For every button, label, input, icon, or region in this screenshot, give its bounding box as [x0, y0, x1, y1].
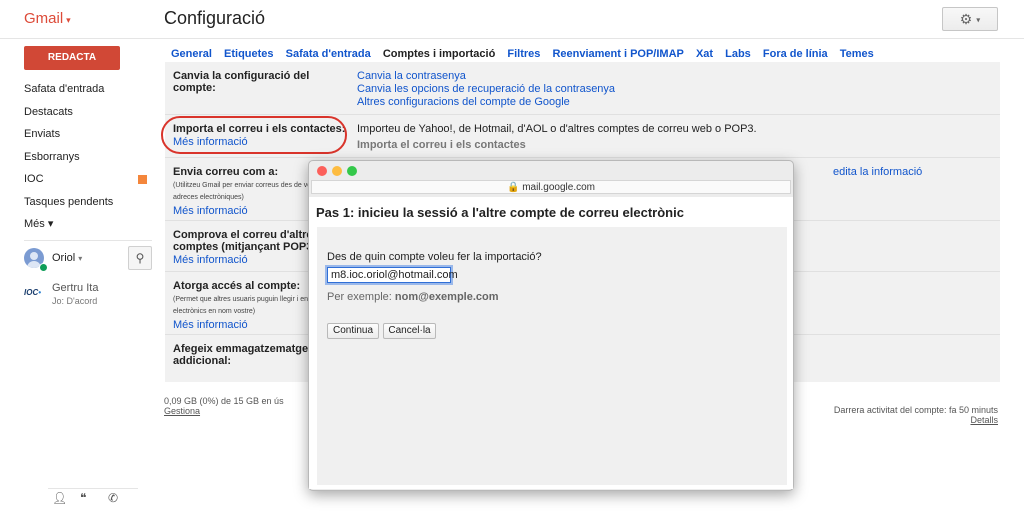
import-popup-window: 🔒 mail.google.com Pas 1: inicieu la sess… — [308, 160, 794, 491]
tab-accounts-import[interactable]: Comptes i importació — [383, 48, 495, 60]
close-window-icon[interactable] — [317, 166, 327, 176]
storage-text: 0,09 GB (0%) de 15 GB en ús — [164, 396, 284, 406]
hangouts-contact[interactable]: IOC• Gertru Ita Jo: D'acord — [24, 282, 154, 312]
account-activity: Darrera activitat del compte: fa 50 minu… — [800, 405, 998, 425]
details-link[interactable]: Detalls — [800, 415, 998, 425]
tab-general[interactable]: General — [171, 48, 212, 60]
person-icon[interactable]: 👤︎ — [52, 491, 67, 505]
row-value: Importeu de Yahoo!, de Hotmail, d'AOL o … — [357, 123, 757, 152]
row-value: edita la informació — [833, 166, 922, 179]
popup-title: Pas 1: inicieu la sessió a l'altre compt… — [316, 205, 684, 220]
search-icon: ⚲ — [135, 251, 145, 265]
storage-usage: 0,09 GB (0%) de 15 GB en ús Gestiona — [164, 396, 284, 416]
tab-forwarding[interactable]: Reenviament i POP/IMAP — [552, 48, 683, 60]
hangouts-toolbar: 👤︎ ❝ ✆ — [48, 488, 138, 509]
gmail-menu[interactable]: Gmail ▾ — [24, 10, 71, 27]
google-account-settings-link[interactable]: Altres configuracions del compte de Goog… — [357, 96, 615, 109]
sidebar-item-tasks[interactable]: Tasques pendents — [0, 191, 160, 214]
edit-info-link[interactable]: edita la informació — [833, 166, 922, 179]
sidebar-item-drafts[interactable]: Esborranys — [0, 146, 160, 169]
send-as-label: Envia correu com a: — [173, 166, 279, 178]
continue-button[interactable]: Continua — [327, 323, 379, 339]
page-title: Configuració — [164, 8, 266, 28]
sidebar-item-sent[interactable]: Enviats — [0, 123, 160, 146]
user-name: Oriol — [52, 252, 76, 264]
compose-button[interactable]: REDACTA — [24, 46, 120, 70]
header-divider — [0, 38, 1024, 39]
search-people-button[interactable]: ⚲ — [128, 246, 152, 270]
minimize-window-icon[interactable] — [332, 166, 342, 176]
tab-offline[interactable]: Fora de línia — [763, 48, 828, 60]
manage-storage-link[interactable]: Gestiona — [164, 406, 284, 416]
sidebar-item-label: IOC — [24, 173, 44, 185]
chevron-down-icon: ▾ — [66, 15, 71, 25]
tab-filters[interactable]: Filtres — [507, 48, 540, 60]
sidebar-item-starred[interactable]: Destacats — [0, 101, 160, 124]
row-value: Canvia la contrasenya Canvia les opcions… — [357, 70, 615, 109]
tab-themes[interactable]: Temes — [840, 48, 874, 60]
user-menu[interactable]: Oriol ▾ — [52, 252, 82, 264]
popup-body: Des de quin compte voleu fer la importac… — [317, 227, 787, 485]
grant-access-label: Atorga accés al compte: — [173, 280, 301, 292]
chevron-down-icon: ▾ — [78, 254, 83, 263]
sidebar-item-inbox[interactable]: Safata d'entrada — [0, 78, 160, 101]
sidebar-divider — [24, 240, 152, 241]
storage-add-label: Afegeix emmagatzematge addicional: — [173, 343, 309, 367]
hangouts-user: Oriol ▾ ⚲ — [24, 246, 154, 272]
tab-chat[interactable]: Xat — [696, 48, 713, 60]
import-mail-contacts-link[interactable]: Importa el correu i els contactes — [357, 139, 757, 152]
popup-content: Pas 1: inicieu la sessió a l'altre compt… — [309, 197, 793, 489]
example-hint: Per exemple: nom@exemple.com — [327, 291, 499, 303]
account-question: Des de quin compte voleu fer la importac… — [327, 251, 542, 263]
address-bar[interactable]: 🔒 mail.google.com — [311, 180, 791, 194]
top-bar: Gmail ▾ Configuració ⚙ ▾ — [0, 0, 1024, 38]
contact-name: Gertru Ita — [52, 282, 99, 294]
sidebar-item-more[interactable]: Més ▾ — [0, 213, 160, 236]
email-field[interactable]: m8.ioc.oriol@hotmail.com — [327, 267, 458, 283]
online-status-icon — [39, 263, 48, 272]
check-mail-label: Comprova el correu d'altres comptes (mit… — [173, 229, 320, 253]
tab-inbox[interactable]: Safata d'entrada — [286, 48, 371, 60]
sidebar-nav: Safata d'entrada Destacats Enviats Esbor… — [0, 78, 160, 236]
hangouts-icon[interactable]: ❝ — [80, 491, 86, 505]
gear-icon: ⚙ — [959, 11, 973, 27]
settings-row-account: Canvia la configuració del compte: Canvi… — [165, 62, 1000, 115]
contact-status: Jo: D'acord — [52, 296, 98, 306]
ioc-logo: IOC• — [24, 288, 42, 297]
settings-button[interactable]: ⚙ ▾ — [942, 7, 998, 31]
chevron-down-icon: ▾ — [976, 15, 981, 25]
sidebar-item-ioc[interactable]: IOC — [0, 168, 160, 191]
recovery-options-link[interactable]: Canvia les opcions de recuperació de la … — [357, 83, 615, 96]
phone-icon[interactable]: ✆ — [108, 491, 118, 505]
tab-labs[interactable]: Labs — [725, 48, 751, 60]
row-label: Canvia la configuració del compte: — [173, 70, 310, 94]
highlight-circle — [161, 116, 347, 154]
tab-labels[interactable]: Etiquetes — [224, 48, 274, 60]
cancel-button[interactable]: Cancel·la — [383, 323, 436, 339]
import-description: Importeu de Yahoo!, de Hotmail, d'AOL o … — [357, 123, 757, 135]
gmail-brand: Gmail — [24, 10, 64, 27]
maximize-window-icon[interactable] — [347, 166, 357, 176]
change-password-link[interactable]: Canvia la contrasenya — [357, 70, 615, 83]
activity-text: Darrera activitat del compte: fa 50 minu… — [833, 405, 998, 415]
label-color-icon — [138, 175, 147, 184]
